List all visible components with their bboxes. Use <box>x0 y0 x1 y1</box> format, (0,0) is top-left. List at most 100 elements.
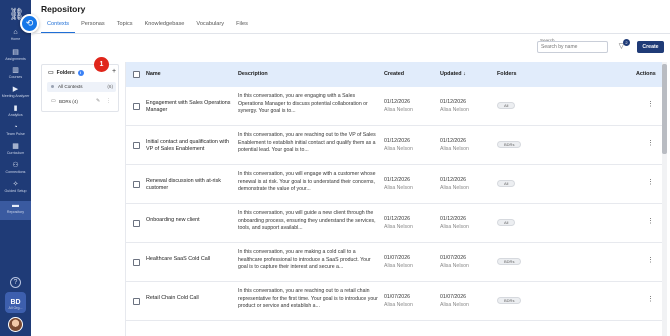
nav-item-guided-setup[interactable]: ✧ Guided Setup <box>0 180 31 199</box>
row-actions-icon[interactable]: ⋮ <box>647 217 654 225</box>
tab-topics[interactable]: Topics <box>111 19 139 33</box>
row-description: In this conversation, you are reaching o… <box>238 288 378 309</box>
nav-item-label: Repository <box>6 210 25 214</box>
bar-chart-icon: ▮ <box>13 105 18 112</box>
folder-badge: BDRs <box>497 141 522 148</box>
pulse-icon: ◔ <box>13 124 18 131</box>
back-button[interactable]: ⟲ <box>20 14 39 33</box>
row-updated: 01/12/2026 Alisa Nelson <box>440 99 469 113</box>
folder-icon: ▬ <box>12 202 19 209</box>
create-button[interactable]: Create <box>637 41 664 53</box>
row-checkbox[interactable] <box>133 142 140 149</box>
row-name[interactable]: Initial contact and qualification with V… <box>146 139 234 153</box>
nav-item-repository[interactable]: ▬ Repository <box>0 201 31 220</box>
nav-item-curriculum[interactable]: ▦ Curriculum <box>0 142 31 161</box>
folder-badge: All <box>497 180 516 187</box>
nav-item-label: Connections <box>5 170 26 174</box>
search-input[interactable] <box>537 41 608 53</box>
step-badge: 1 <box>94 57 109 72</box>
column-header-updated[interactable]: Updated ↓ <box>440 71 466 77</box>
avatar[interactable] <box>8 317 23 332</box>
select-all-checkbox[interactable] <box>133 71 140 78</box>
folder-item-bdrs[interactable]: ▭ BDRs (4) ✎ ⋮ <box>47 97 116 107</box>
row-actions-icon[interactable]: ⋮ <box>647 139 654 147</box>
row-description: In this conversation, you will guide a n… <box>238 210 376 231</box>
folder-panel: ▭ Folders i + All Contexts (6) ▭ BDRs (4… <box>41 64 119 112</box>
row-name[interactable]: Onboarding new client <box>146 217 234 224</box>
table-row[interactable]: Initial contact and qualification with V… <box>126 126 662 165</box>
tab-contexts[interactable]: Contexts <box>41 19 76 33</box>
nav-item-label: Assignments <box>5 57 26 61</box>
nav-item-connections[interactable]: ⚇ Connections <box>0 161 31 180</box>
table-row[interactable]: Engagement with Sales Operations Manager… <box>126 87 662 126</box>
more-options-icon[interactable]: ⋮ <box>106 98 111 104</box>
scrollbar-thumb[interactable] <box>662 64 667 154</box>
nav-item-label: Home <box>10 37 21 41</box>
folder-label: BDRs (4) <box>59 99 78 104</box>
folder-badge: All <box>497 102 516 109</box>
help-icon[interactable]: ? <box>10 277 21 288</box>
folder-item-all-contexts[interactable]: All Contexts (6) <box>47 82 116 92</box>
row-updated: 01/12/2026 Alisa Nelson <box>440 216 469 230</box>
row-updated: 01/12/2026 Alisa Nelson <box>440 138 469 152</box>
row-checkbox[interactable] <box>133 220 140 227</box>
row-name[interactable]: Retail Chain Cold Call <box>146 295 234 302</box>
folder-icon: ▭ <box>51 98 56 104</box>
row-checkbox[interactable] <box>133 181 140 188</box>
nav-item-assignments[interactable]: ▤ Assignments <box>0 48 31 67</box>
row-checkbox[interactable] <box>133 103 140 110</box>
nav-item-meeting-analyzer[interactable]: ▶ Meeting Analyzer <box>0 85 31 104</box>
tab-files[interactable]: Files <box>230 19 254 33</box>
tab-bar: Contexts Personas Topics Knowledgebase V… <box>41 19 254 33</box>
add-folder-button[interactable]: + <box>112 68 116 75</box>
nav-item-team-pulse[interactable]: ◔ Team Pulse <box>0 123 31 142</box>
column-header-name[interactable]: Name <box>146 71 161 77</box>
nav-item-courses[interactable]: ▥ Courses <box>0 66 31 85</box>
video-icon: ▶ <box>12 86 19 93</box>
nav-item-label: Courses <box>8 75 23 79</box>
page-title: Repository <box>41 4 86 14</box>
row-description: In this conversation, you will engage wi… <box>238 171 376 192</box>
row-name[interactable]: Healthcare SaaS Cold Call <box>146 256 234 263</box>
nav-item-label: Team Pulse <box>6 132 25 136</box>
row-actions-icon[interactable]: ⋮ <box>647 256 654 264</box>
row-checkbox[interactable] <box>133 259 140 266</box>
row-name[interactable]: Engagement with Sales Operations Manager <box>146 100 234 114</box>
tab-personas[interactable]: Personas <box>75 19 111 33</box>
filter-count-badge: 2 <box>623 39 630 46</box>
edit-folder-icon[interactable]: ✎ <box>96 98 100 104</box>
row-created: 01/07/2026 Alisa Nelson <box>384 255 413 269</box>
book-icon: ▥ <box>12 67 19 74</box>
nav-item-label: Meeting Analyzer <box>1 94 30 98</box>
table-row[interactable]: Healthcare SaaS Cold Call In this convers… <box>126 243 662 282</box>
column-header-created[interactable]: Created <box>384 71 404 77</box>
nav-item-label: Curriculum <box>6 151 25 155</box>
guide-icon: ✧ <box>12 181 19 188</box>
org-label: All Org... <box>8 306 23 310</box>
tab-vocabulary[interactable]: Vocabulary <box>190 19 230 33</box>
row-checkbox[interactable] <box>133 298 140 305</box>
info-icon[interactable]: i <box>77 69 84 76</box>
row-created: 01/07/2026 Alisa Nelson <box>384 294 413 308</box>
row-created: 01/12/2026 Alisa Nelson <box>384 177 413 191</box>
row-created: 01/12/2026 Alisa Nelson <box>384 216 413 230</box>
folder-badge: All <box>497 219 516 226</box>
table-row[interactable]: Onboarding new client In this conversatio… <box>126 204 662 243</box>
table-row[interactable]: Retail Chain Cold Call In this conversati… <box>126 282 662 321</box>
folder-badge: BDRs <box>497 258 522 265</box>
row-name[interactable]: Renewal discussion with at-risk customer <box>146 178 234 192</box>
row-actions-icon[interactable]: ⋮ <box>647 100 654 108</box>
tab-knowledgebase[interactable]: Knowledgebase <box>139 19 191 33</box>
row-actions-icon[interactable]: ⋮ <box>647 295 654 303</box>
folder-count: (6) <box>107 84 113 89</box>
row-actions-icon[interactable]: ⋮ <box>647 178 654 186</box>
folder-icon: ▭ <box>48 70 54 76</box>
bullet-icon <box>51 85 54 88</box>
curriculum-icon: ▦ <box>12 143 19 150</box>
row-created: 01/12/2026 Alisa Nelson <box>384 99 413 113</box>
contexts-table: Name Description Created Updated ↓ Folde… <box>125 62 662 336</box>
column-header-folders: Folders <box>497 71 517 77</box>
table-row[interactable]: Renewal discussion with at-risk customer… <box>126 165 662 204</box>
connections-icon: ⚇ <box>12 162 19 169</box>
nav-item-analytics[interactable]: ▮ Analytics <box>0 104 31 123</box>
